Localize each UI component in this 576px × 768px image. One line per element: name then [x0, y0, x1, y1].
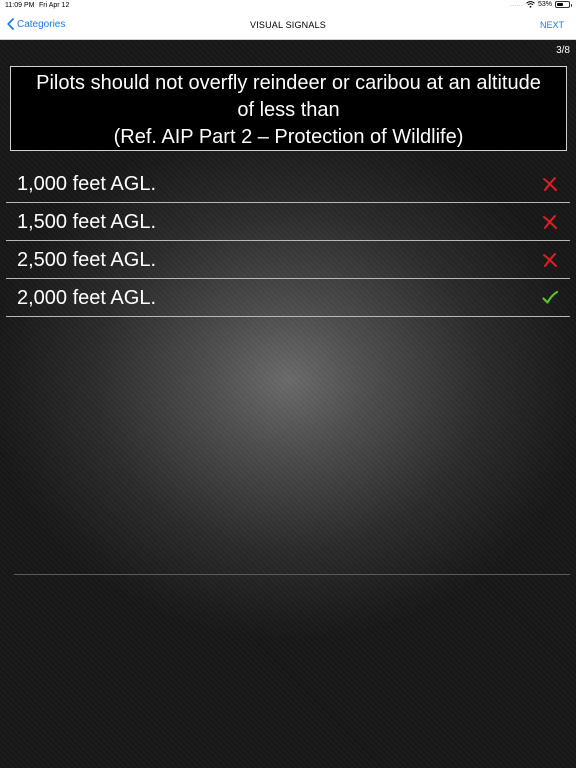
- answer-option[interactable]: 2,500 feet AGL.: [6, 241, 570, 279]
- answer-option[interactable]: 2,000 feet AGL.: [6, 279, 570, 317]
- question-progress: 3/8: [556, 45, 570, 56]
- question-line: Pilots should not overfly reindeer or ca…: [36, 72, 541, 94]
- page-title: VISUAL SIGNALS: [250, 20, 326, 30]
- wifi-icon: [526, 1, 535, 8]
- cross-icon: [542, 176, 558, 192]
- status-bar: 11:09 PM Fri Apr 12 ...... 53%: [0, 0, 576, 12]
- answer-label: 1,500 feet AGL.: [17, 211, 156, 233]
- quiz-content: 3/8 Pilots should not overfly reindeer o…: [0, 40, 576, 768]
- navigation-bar: Categories VISUAL SIGNALS NEXT: [0, 12, 576, 40]
- question-line: of less than: [237, 99, 340, 121]
- question-line: (Ref. AIP Part 2 – Protection of Wildlif…: [113, 126, 464, 148]
- status-time: 11:09 PM: [5, 2, 35, 9]
- answer-label: 1,000 feet AGL.: [17, 173, 156, 195]
- battery-fill: [557, 3, 563, 6]
- battery-percent: 53%: [537, 1, 552, 8]
- cross-icon: [542, 214, 558, 230]
- divider: [14, 574, 570, 575]
- answer-label: 2,500 feet AGL.: [17, 249, 156, 271]
- checkmark-icon: [542, 290, 558, 306]
- question-text: Pilots should not overfly reindeer or ca…: [10, 66, 567, 151]
- answer-option[interactable]: 1,500 feet AGL.: [6, 203, 570, 241]
- answer-option[interactable]: 1,000 feet AGL.: [6, 165, 570, 203]
- next-button[interactable]: NEXT: [540, 20, 564, 30]
- cross-icon: [542, 252, 558, 268]
- status-right: ...... 53%: [509, 1, 572, 8]
- cellular-signal-icon: ......: [509, 1, 523, 8]
- battery-icon: [555, 1, 572, 8]
- answer-list: 1,000 feet AGL. 1,500 feet AGL. 2,500 fe…: [6, 165, 570, 317]
- answer-label: 2,000 feet AGL.: [17, 287, 156, 309]
- status-date: Fri Apr 12: [39, 2, 70, 9]
